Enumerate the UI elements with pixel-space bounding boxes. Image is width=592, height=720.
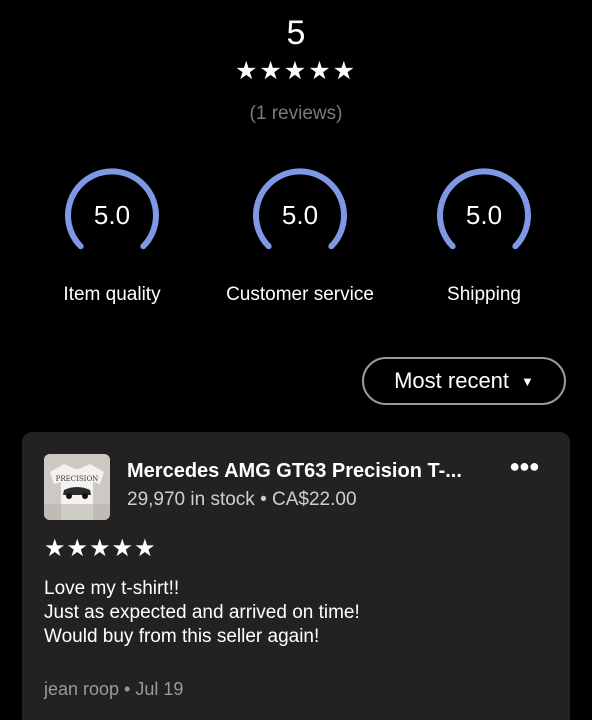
reviewer-name-date: jean roop • Jul 19 bbox=[44, 679, 184, 699]
sort-dropdown-button[interactable]: Most recent ▼ bbox=[362, 357, 566, 405]
item-quality-value: 5.0 bbox=[93, 200, 131, 230]
review-text-line: Love my t-shirt!! bbox=[44, 578, 180, 599]
review-count: (1 reviews) bbox=[249, 103, 343, 124]
svg-text:PRECISION: PRECISION bbox=[56, 475, 99, 483]
item-quality-label: Item quality bbox=[63, 284, 161, 305]
overall-star-rating: ★★★★★ bbox=[234, 57, 358, 85]
review-text: Love my t-shirt!! Just as expected and a… bbox=[44, 577, 544, 649]
review-star-rating: ★★★★★ bbox=[44, 535, 157, 562]
shipping-gauge: 5.0 bbox=[432, 164, 536, 268]
product-thumbnail[interactable]: PRECISION bbox=[44, 454, 110, 520]
shipping-value: 5.0 bbox=[465, 200, 503, 230]
customer-service-gauge: 5.0 bbox=[248, 164, 352, 268]
review-text-line: Would buy from this seller again! bbox=[44, 626, 320, 647]
review-card: PRECISION Mercedes AMG GT63 Precision T-… bbox=[22, 432, 570, 720]
customer-service-label: Customer service bbox=[226, 284, 374, 305]
sort-label: Most recent bbox=[394, 368, 510, 393]
tshirt-image-icon: PRECISION bbox=[44, 454, 110, 520]
shipping-label: Shipping bbox=[447, 284, 521, 305]
customer-service-value: 5.0 bbox=[281, 200, 319, 230]
item-quality-gauge: 5.0 bbox=[60, 164, 164, 268]
overall-score: 5 bbox=[286, 14, 306, 52]
review-text-line: Just as expected and arrived on time! bbox=[44, 602, 360, 623]
reviews-page: 5 ★★★★★ (1 reviews) 5.0 Item quality 5.0… bbox=[0, 0, 592, 720]
caret-down-icon: ▼ bbox=[521, 373, 534, 389]
product-stock-price: 29,970 in stock • CA$22.00 bbox=[127, 489, 357, 510]
product-title-link[interactable]: Mercedes AMG GT63 Precision T-... bbox=[127, 460, 487, 483]
more-options-icon[interactable]: ●●● bbox=[506, 456, 542, 480]
